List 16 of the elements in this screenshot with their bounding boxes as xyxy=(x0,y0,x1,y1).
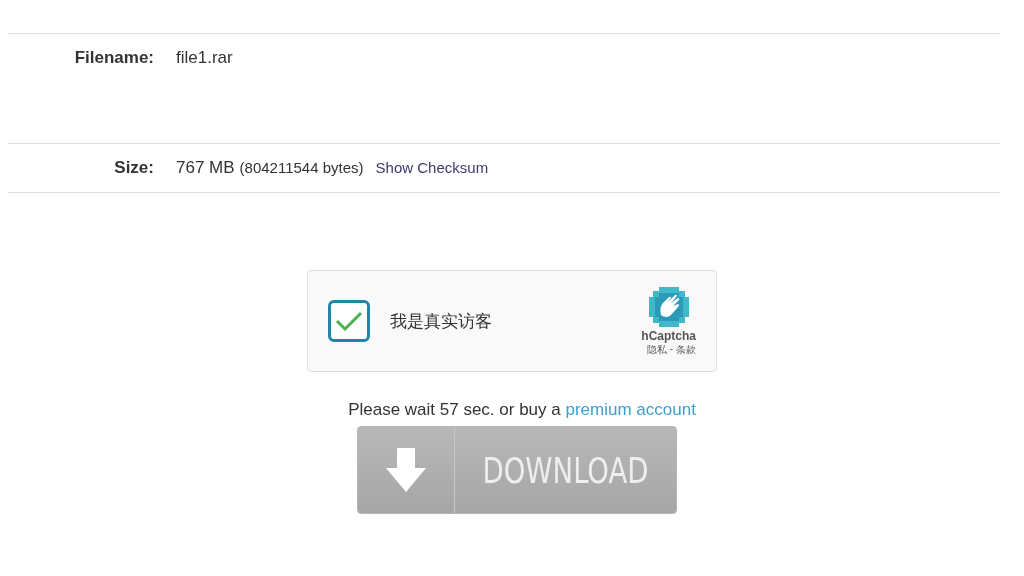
checkmark-icon xyxy=(334,309,364,333)
size-label: Size: xyxy=(113,158,155,178)
filename-value: file1.rar xyxy=(176,48,233,68)
size-value: 767 MB xyxy=(176,158,235,178)
captcha-checkbox[interactable] xyxy=(328,300,370,342)
privacy-link[interactable]: 隐私 xyxy=(646,343,667,357)
show-checksum-link[interactable]: Show Checksum xyxy=(375,159,489,176)
filename-label: Filename: xyxy=(73,48,155,68)
hand-logo-icon xyxy=(646,285,691,329)
down-arrow-icon xyxy=(386,448,426,492)
link-separator: - xyxy=(669,343,673,356)
wait-message: Please wait 57 sec. or buy a premium account xyxy=(348,400,696,420)
size-bytes: (804211544 bytes) xyxy=(239,159,364,176)
captcha-label: 我是真实访客 xyxy=(390,310,493,333)
hcaptcha-brand: hCaptcha xyxy=(641,329,696,343)
terms-link[interactable]: 条款 xyxy=(676,343,696,357)
